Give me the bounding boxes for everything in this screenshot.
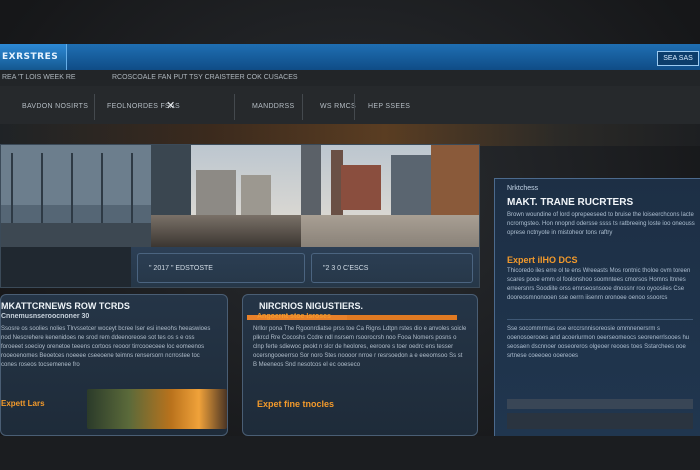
site-logo[interactable]: EXRSTRES — [0, 44, 67, 70]
sidebar-title[interactable]: MAKT. TRANE RUCRTERS — [507, 197, 633, 208]
nav-item-3[interactable]: MANDDRSS — [252, 103, 294, 110]
logo-text: EXRSTRES — [2, 52, 59, 62]
sub-header-middle-text: RCOSCOALE FAN PUT TSY CRAISTEER COK CUSA… — [112, 74, 298, 81]
card-2-title: NIRCRIOS NIGUSTIERS. — [259, 301, 364, 311]
caption-left-block — [1, 247, 131, 287]
sidebar-divider — [507, 319, 693, 320]
nav-item-5[interactable]: HEP SSEES — [368, 103, 410, 110]
top-header-bar — [0, 44, 700, 71]
caption-left-text: " 2017 " EDSTOSTE — [149, 265, 213, 272]
news-card-1[interactable]: MKATTCRNEWS ROW TCRDS Cnnemusnseroocnone… — [0, 294, 228, 436]
card-1-body: Ssosre os soolies nolies Tlrvssetcer woc… — [1, 326, 211, 368]
nav-divider — [354, 94, 355, 120]
sub-header-bar: REA 'T LOIS WEEK RE RCOSCOALE FAN PUT TS… — [0, 70, 700, 87]
card-2-body: Nrllor pona The Rgoonrdiatse prss toe Ca… — [253, 326, 467, 368]
nav-item-1[interactable]: BAVDON NOSIRTS — [22, 103, 88, 110]
close-icon[interactable]: ✕ — [166, 99, 175, 112]
sidebar-footer-block — [507, 413, 693, 429]
sub-header-left-text: REA 'T LOIS WEEK RE — [2, 74, 76, 81]
main-navigation: BAVDON NOSIRTS FEOLNORDES FSAS ✕ MANDDRS… — [0, 86, 700, 125]
city-skyline-image — [1, 145, 479, 247]
search-button[interactable]: SEA SAS — [657, 51, 699, 66]
hero-background — [0, 124, 700, 146]
sidebar-intro: Brown woundine of lord oprepeeseed to br… — [507, 212, 695, 236]
card-2-accent-bar-right — [347, 315, 457, 320]
news-card-2[interactable]: NIRCRIOS NIGUSTIERS. Angoernt stoe Isros… — [242, 294, 478, 436]
card-2-subtitle: Angoernt stoe Isroses — [257, 313, 331, 320]
sidebar-body: Thicoredo iles erre ol te ens Wreeasts M… — [507, 268, 691, 301]
hero-photo-panel: " 2017 " EDSTOSTE "2 3 0 C'ESCS — [0, 144, 480, 288]
city-photo[interactable] — [1, 145, 479, 247]
sidebar-body-2: Sse socommrmas ose erccrsnnisoreosie omm… — [507, 326, 690, 359]
news-sidebar-panel: Nrktchess MAKT. TRANE RUCRTERS Brown wou… — [494, 178, 700, 438]
card-2-expert-link[interactable]: Expet fine tnocles — [257, 399, 334, 409]
card-1-expert-link[interactable]: Expett Lars — [1, 399, 45, 408]
nav-item-4[interactable]: WS RMCS — [320, 103, 356, 110]
card-1-subtitle: Cnnemusnseroocnoner 30 — [1, 313, 90, 320]
sidebar-footer-bar — [507, 399, 693, 409]
card-1-title: MKATTCRNEWS ROW TCRDS — [1, 301, 130, 311]
page-bottom-edge — [0, 436, 700, 470]
sidebar-kicker: Nrktchess — [507, 185, 539, 192]
card-1-thumbnail — [87, 389, 227, 429]
nav-divider — [94, 94, 95, 120]
caption-right-text: "2 3 0 C'ESCS — [323, 265, 369, 272]
nav-divider — [302, 94, 303, 120]
nav-divider — [234, 94, 235, 120]
sidebar-subtitle[interactable]: Expert ilHO DCS — [507, 255, 578, 265]
